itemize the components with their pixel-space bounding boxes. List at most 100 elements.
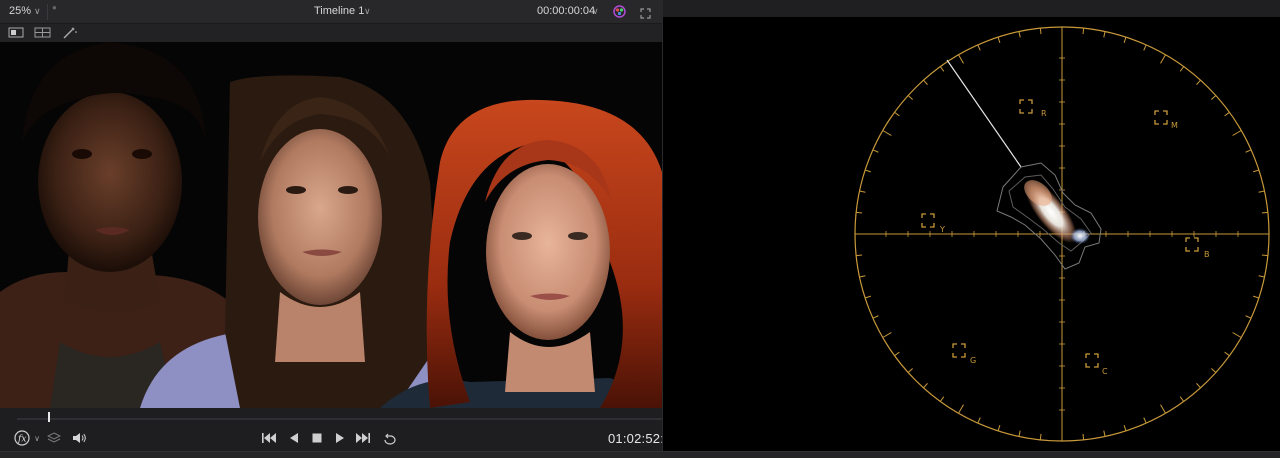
target-label-c: C <box>1102 367 1108 376</box>
graticule-tick <box>1261 254 1268 257</box>
speaker-icon[interactable] <box>71 430 87 446</box>
stop-icon[interactable] <box>311 430 323 446</box>
single-viewer-icon[interactable] <box>8 26 26 40</box>
graticule-tick <box>1103 430 1106 437</box>
graticule-tick <box>907 95 913 100</box>
vectorscope-panel: R M Y B G C <box>662 0 1280 451</box>
play-reverse-icon[interactable] <box>288 430 300 446</box>
graticule-tick <box>977 417 981 424</box>
magic-wand-icon[interactable] <box>62 26 80 40</box>
graticule-tick <box>997 425 1001 432</box>
color-wheel-icon[interactable] <box>613 5 626 18</box>
target-label-m: M <box>1171 121 1178 130</box>
viewer-header: 25% ∨ ● Timeline 1 ∨ 00:00:00:04 ∨ <box>0 0 662 24</box>
source-timecode[interactable]: 00:00:00:04 <box>537 5 595 17</box>
graticule-tick <box>1082 28 1085 35</box>
graticule-tick <box>1232 130 1242 136</box>
target-g: G <box>952 343 976 365</box>
target-y: Y <box>921 213 945 234</box>
graticule-tick <box>1018 31 1021 38</box>
graticule-tick <box>1224 351 1230 357</box>
loop-icon[interactable] <box>382 430 398 446</box>
vectorscope-trace <box>946 59 1102 270</box>
skip-last-icon[interactable] <box>355 430 371 446</box>
graticule-tick <box>1179 66 1185 72</box>
viewer-toolbar <box>0 24 662 42</box>
scrubber-playhead[interactable] <box>48 412 51 422</box>
graticule-tick <box>907 368 913 373</box>
graticule-tick <box>958 404 964 414</box>
skin-tone-line <box>946 59 1022 168</box>
graticule-tick <box>1261 211 1268 214</box>
graticule-tick <box>864 169 871 173</box>
graticule-tick <box>1253 295 1260 299</box>
graticule-tick <box>1103 31 1106 38</box>
graticule-tick <box>1211 95 1217 100</box>
graticule-tick <box>859 190 866 193</box>
play-icon[interactable] <box>334 430 346 446</box>
timeline-title[interactable]: Timeline 1 <box>314 5 364 17</box>
bottom-toolbar-strip <box>0 451 1280 458</box>
graticule-tick <box>882 332 892 338</box>
split-viewer-icon[interactable] <box>34 26 52 40</box>
viewer-panel: 25% ∨ ● Timeline 1 ∨ 00:00:00:04 ∨ fx ∨ … <box>0 0 671 458</box>
graticule-tick <box>1123 36 1127 43</box>
graticule-tick <box>939 396 945 402</box>
graticule-tick <box>894 111 900 117</box>
graticule-tick <box>1143 44 1147 51</box>
graticule-tick <box>882 130 892 136</box>
graticule-tick <box>977 44 981 51</box>
graticule-tick <box>1018 430 1021 437</box>
fx-icon[interactable]: fx <box>14 430 32 446</box>
target-r: R <box>1019 99 1047 118</box>
graticule-tick <box>1039 28 1042 35</box>
target-b: B <box>1185 237 1210 259</box>
target-label-g: G <box>970 356 976 365</box>
graticule-tick <box>939 66 945 72</box>
graticule-tick <box>856 211 863 214</box>
chevron-down-icon[interactable]: ∨ <box>34 6 41 17</box>
graticule-tick <box>1039 433 1042 440</box>
graticule-tick <box>1224 111 1230 117</box>
graticule-tick <box>1143 417 1147 424</box>
target-m: M <box>1154 110 1178 130</box>
graticule-tick <box>1253 169 1260 173</box>
scrubber-track[interactable] <box>17 418 662 420</box>
graticule-tick <box>1245 315 1252 319</box>
header-divider <box>47 4 48 20</box>
graticule-tick <box>1245 149 1252 153</box>
chevron-down-icon[interactable]: ∨ <box>364 6 371 17</box>
graticule-tick <box>1123 425 1127 432</box>
zoom-level[interactable]: 25% <box>9 5 31 17</box>
chevron-down-icon[interactable]: ∨ <box>592 6 599 17</box>
graticule-tick <box>859 275 866 278</box>
graticule-tick <box>1258 275 1265 278</box>
graticule-tick <box>1211 368 1217 373</box>
skip-first-icon[interactable] <box>261 430 277 446</box>
target-label-y: Y <box>939 225 945 234</box>
graticule-tick <box>958 54 964 64</box>
vectorscope[interactable]: R M Y B G C <box>663 17 1280 451</box>
target-label-r: R <box>1041 109 1047 118</box>
graticule-tick <box>1258 190 1265 193</box>
clip-dot-icon: ● <box>52 3 57 12</box>
graticule-tick <box>864 295 871 299</box>
expand-icon[interactable] <box>640 6 651 19</box>
graticule-tick <box>923 79 928 85</box>
graticule-tick <box>872 315 879 319</box>
svg-text:fx: fx <box>17 435 26 445</box>
video-frame[interactable] <box>0 42 662 408</box>
graticule-tick <box>894 351 900 357</box>
chevron-down-icon[interactable]: ∨ <box>32 430 42 446</box>
layers-icon[interactable] <box>47 430 61 446</box>
graticule-tick <box>856 254 863 257</box>
target-c: C <box>1085 353 1108 376</box>
graticule-tick <box>1082 433 1085 440</box>
graticule-tick <box>1160 404 1166 414</box>
graticule-tick <box>1196 79 1201 85</box>
graticule-tick <box>997 36 1001 43</box>
graticule-tick <box>1179 396 1185 402</box>
graticule-tick <box>1232 332 1242 338</box>
video-frame-image <box>0 42 662 408</box>
target-label-b: B <box>1204 250 1210 259</box>
